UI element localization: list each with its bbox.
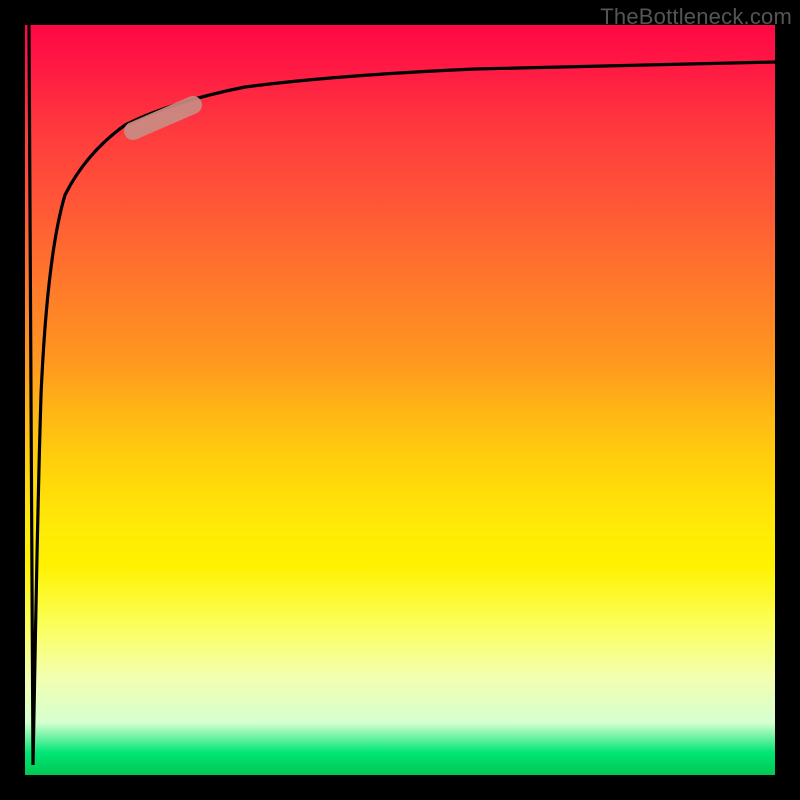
- y-axis-blank: [0, 0, 25, 800]
- x-axis-blank: [0, 775, 800, 800]
- attribution-text: TheBottleneck.com: [600, 4, 792, 30]
- bottleneck-chart: TheBottleneck.com: [0, 0, 800, 800]
- plot-gradient-background: [25, 25, 775, 775]
